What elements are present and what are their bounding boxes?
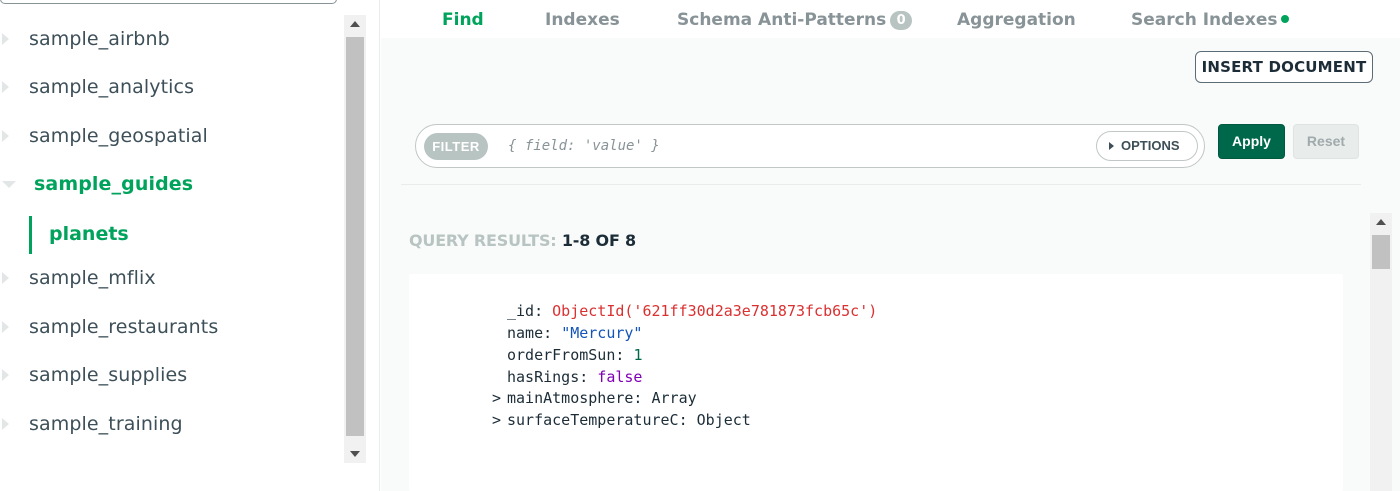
results-scrollbar-thumb[interactable] [1372, 235, 1390, 269]
results-count: 1-8 OF 8 [561, 231, 636, 250]
field-surface-temperature[interactable]: > surfaceTemperatureC: Object [492, 411, 751, 429]
field-key: _id: [507, 302, 544, 320]
caret-right-icon [2, 81, 9, 93]
tab-search-indexes[interactable]: Search Indexes [1131, 10, 1290, 30]
filter-bar: FILTER { field: 'value' } OPTIONS [415, 124, 1205, 168]
tab-schema-label: Schema Anti-Patterns [677, 10, 887, 30]
field-has-rings: hasRings: false [507, 368, 642, 386]
main-panel: Find Indexes Schema Anti-Patterns 0 Aggre… [381, 0, 1400, 491]
caret-right-icon [2, 369, 9, 381]
sidebar-item-sample-supplies[interactable]: sample_supplies [0, 355, 340, 395]
caret-down-icon [2, 181, 16, 188]
document-card: _id: ObjectId('621ff30d2a3e781873fcb65c'… [409, 274, 1343, 491]
database-label: sample_restaurants [29, 316, 219, 338]
filter-input[interactable]: { field: 'value' } [508, 138, 660, 154]
tab-find[interactable]: Find [442, 10, 484, 30]
field-id: _id: ObjectId('621ff30d2a3e781873fcb65c'… [507, 302, 877, 320]
expand-chevron-icon[interactable]: > [492, 389, 501, 407]
field-value: false [597, 368, 643, 386]
expand-chevron-icon[interactable]: > [492, 411, 501, 429]
field-value: 1 [633, 346, 643, 364]
database-label: sample_geospatial [29, 125, 208, 147]
divider [401, 184, 1361, 185]
sidebar: sample_airbnb sample_analytics sample_ge… [0, 0, 380, 491]
database-label: sample_guides [34, 173, 194, 195]
field-name: name: "Mercury" [507, 324, 642, 342]
results-scrollbar[interactable] [1370, 213, 1392, 491]
sidebar-scrollbar[interactable] [344, 15, 366, 463]
apply-button[interactable]: Apply [1218, 124, 1285, 159]
tab-indexes[interactable]: Indexes [545, 10, 620, 30]
schema-count-badge: 0 [890, 11, 913, 30]
field-value: "Mercury" [561, 324, 643, 342]
tab-search-indexes-label: Search Indexes [1131, 10, 1278, 30]
insert-document-button[interactable]: INSERT DOCUMENT [1195, 51, 1373, 83]
caret-right-icon [1109, 142, 1114, 150]
sidebar-item-sample-analytics[interactable]: sample_analytics [0, 67, 340, 107]
sidebar-search-box[interactable] [0, 0, 337, 4]
filter-pill: FILTER [424, 133, 488, 160]
database-label: sample_training [29, 413, 183, 435]
sidebar-item-sample-guides[interactable]: sample_guides [0, 164, 340, 204]
sidebar-item-planets-collection[interactable]: planets [29, 216, 329, 254]
database-label: sample_supplies [29, 364, 188, 386]
scroll-up-arrow-icon[interactable] [1370, 213, 1392, 231]
field-order-from-sun: orderFromSun: 1 [507, 346, 642, 364]
query-results-label: QUERY RESULTS: 1-8 OF 8 [409, 231, 636, 250]
tab-aggregation[interactable]: Aggregation [957, 10, 1076, 30]
sidebar-item-sample-restaurants[interactable]: sample_restaurants [0, 307, 340, 347]
field-value: Array [651, 389, 697, 407]
database-label: sample_airbnb [29, 28, 170, 50]
sidebar-scrollbar-thumb[interactable] [346, 37, 364, 436]
field-value: ObjectId('621ff30d2a3e781873fcb65c') [552, 302, 878, 320]
reset-button[interactable]: Reset [1293, 124, 1359, 159]
field-value: Object [696, 411, 751, 429]
sidebar-item-sample-airbnb[interactable]: sample_airbnb [0, 19, 340, 59]
sidebar-item-sample-training[interactable]: sample_training [0, 404, 340, 444]
results-heading: QUERY RESULTS: [409, 231, 557, 250]
database-label: sample_mflix [29, 267, 156, 289]
field-key: hasRings: [507, 368, 589, 386]
field-key: orderFromSun: [507, 346, 625, 364]
collection-label: planets [49, 223, 129, 245]
status-dot-icon [1281, 15, 1290, 23]
caret-right-icon [2, 418, 9, 430]
caret-right-icon [2, 321, 9, 333]
sidebar-item-sample-geospatial[interactable]: sample_geospatial [0, 116, 340, 156]
caret-right-icon [2, 33, 9, 45]
options-button[interactable]: OPTIONS [1096, 131, 1198, 161]
scroll-up-arrow-icon[interactable] [344, 15, 366, 33]
tab-schema-anti-patterns[interactable]: Schema Anti-Patterns 0 [677, 10, 913, 30]
caret-right-icon [2, 272, 9, 284]
database-label: sample_analytics [29, 76, 195, 98]
caret-right-icon [2, 130, 9, 142]
scroll-down-arrow-icon[interactable] [344, 445, 366, 463]
tab-bar: Find Indexes Schema Anti-Patterns 0 Aggre… [381, 0, 1400, 38]
sidebar-item-sample-mflix[interactable]: sample_mflix [0, 258, 340, 298]
field-key: mainAtmosphere: [507, 389, 643, 407]
options-label: OPTIONS [1121, 138, 1180, 153]
field-main-atmosphere[interactable]: > mainAtmosphere: Array [492, 389, 697, 407]
field-key: name: [507, 324, 553, 342]
field-key: surfaceTemperatureC: [507, 411, 688, 429]
